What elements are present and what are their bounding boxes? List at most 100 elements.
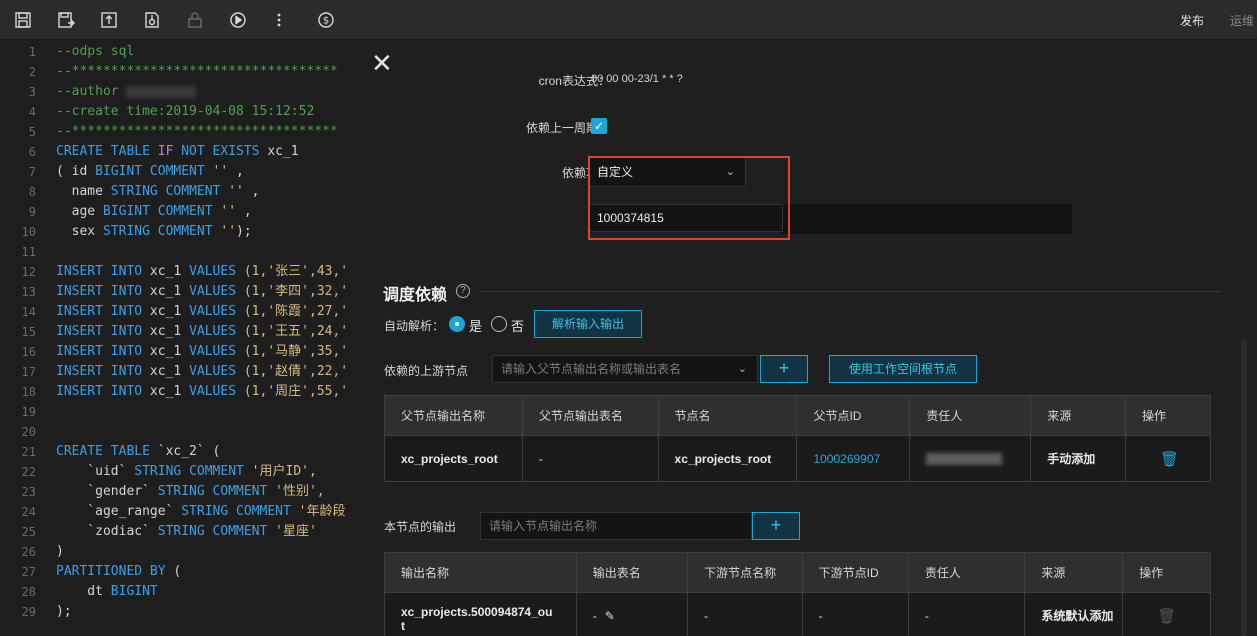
schedule-icon[interactable] xyxy=(141,9,163,31)
line-number: 22 xyxy=(21,465,36,479)
line-number: 3 xyxy=(28,85,36,99)
edit-icon[interactable]: ✎ xyxy=(605,609,615,623)
upstream-node-select[interactable]: 请输入父节点输出名称或输出表名 ⌄ xyxy=(492,355,758,383)
submit-icon[interactable] xyxy=(98,9,120,31)
close-icon[interactable]: ✕ xyxy=(371,50,393,76)
code-text: xc_1 xyxy=(142,324,190,339)
highlight-box xyxy=(588,156,790,240)
publish-link[interactable]: 发布 xyxy=(1180,12,1204,29)
code-string: (1,'陈霞',27,' xyxy=(236,304,349,319)
code-string: '' xyxy=(212,224,237,239)
table-row: xc_projects_root - xc_projects_root 1000… xyxy=(384,435,1211,482)
upstream-placeholder: 请输入父节点输出名称或输出表名 xyxy=(501,362,682,376)
code-keyword: PARTITIONED BY xyxy=(56,564,166,579)
column-header: 输出表名 xyxy=(575,552,689,593)
line-number: 23 xyxy=(21,485,36,499)
code-text: `zodiac` xyxy=(56,524,158,539)
code-text: xc_1 xyxy=(142,384,190,399)
trash-icon[interactable]: 🗑 xyxy=(1160,451,1179,468)
line-number: 6 xyxy=(28,145,36,159)
code-keyword: VALUES xyxy=(189,324,237,339)
code-string: '性别', xyxy=(267,484,325,499)
code-text: name xyxy=(56,184,111,199)
line-number: 11 xyxy=(21,245,36,259)
code-keyword: STRING COMMENT xyxy=(157,524,268,539)
add-upstream-button[interactable]: + xyxy=(760,355,808,383)
code-text: age xyxy=(56,204,103,219)
code-keyword: VALUES xyxy=(189,344,237,359)
code-keyword: VALUES xyxy=(189,264,237,279)
auto-parse-no-radio[interactable] xyxy=(491,316,507,332)
save-as-icon[interactable] xyxy=(55,9,77,31)
column-header: 责任人 xyxy=(909,395,1032,436)
code-keyword: INSERT INTO xyxy=(56,324,143,339)
line-number: 5 xyxy=(28,125,36,139)
column-header: 输出名称 xyxy=(384,552,577,593)
table-cell: xc_projects_root xyxy=(384,435,523,482)
column-header: 操作 xyxy=(1122,552,1211,593)
parent-id-link[interactable]: 1000269907 xyxy=(796,435,911,482)
code-string: '用户ID', xyxy=(243,464,317,479)
cost-icon[interactable]: $ xyxy=(315,9,337,31)
table-cell: - xyxy=(687,592,803,636)
add-output-button[interactable]: + xyxy=(752,512,800,540)
code-text: `age_range` xyxy=(56,504,182,519)
code-text: ) xyxy=(56,544,64,559)
cron-label: cron表达式： xyxy=(538,74,610,88)
ops-link[interactable]: 运维 xyxy=(1230,12,1254,29)
depend-prev-cycle-label: 依赖上一周期： xyxy=(525,121,610,135)
node-output-input[interactable]: 请输入节点输出名称 xyxy=(480,512,752,540)
parse-io-button[interactable]: 解析输入输出 xyxy=(534,310,642,338)
use-root-node-button[interactable]: 使用工作空间根节点 xyxy=(829,355,977,383)
scrollbar[interactable] xyxy=(1241,340,1247,636)
line-number: 13 xyxy=(21,285,36,299)
column-header: 操作 xyxy=(1125,395,1211,436)
line-number: 19 xyxy=(21,405,36,419)
code-keyword: STRING COMMENT xyxy=(110,184,221,199)
schedule-dependency-title: 调度依赖 xyxy=(383,287,448,304)
code-keyword: BIGINT xyxy=(110,584,158,599)
save-icon[interactable] xyxy=(12,9,34,31)
auto-parse-yes-label: 是 xyxy=(469,319,483,334)
code-text: ); xyxy=(236,224,252,239)
line-number: 21 xyxy=(21,445,36,459)
code-string: (1,'马静',35,' xyxy=(236,344,349,359)
run-icon[interactable] xyxy=(227,9,249,31)
code-text: --create time:2019-04-08 15:12:52 xyxy=(56,104,315,119)
output-placeholder: 请输入节点输出名称 xyxy=(489,519,598,533)
more-icon[interactable] xyxy=(268,9,290,31)
column-header: 责任人 xyxy=(907,552,1026,593)
auto-parse-label: 自动解析： xyxy=(384,319,445,333)
line-number: 2 xyxy=(28,65,36,79)
line-number: 24 xyxy=(21,505,36,519)
code-text: ( id xyxy=(56,164,96,179)
code-keyword: STRING COMMENT xyxy=(134,464,244,479)
line-number: 17 xyxy=(21,365,36,379)
code-string: (1,'张三',43,' xyxy=(236,264,349,279)
code-text: , xyxy=(243,184,260,199)
code-keyword: INSERT INTO xyxy=(56,384,143,399)
code-string: (1,'赵倩',22,' xyxy=(236,364,349,379)
table-cell: 手动添加 xyxy=(1030,435,1127,482)
depend-prev-cycle-checkbox[interactable]: ✓ xyxy=(591,118,607,134)
code-keyword: INSERT INTO xyxy=(56,304,143,319)
code-text: --author xyxy=(56,84,119,99)
code-text: , xyxy=(236,204,252,219)
code-keyword: VALUES xyxy=(189,364,237,379)
code-text: `xc_2` ( xyxy=(149,444,221,459)
code-editor[interactable]: 1 --odps sql 2 --*************************… xyxy=(0,40,360,636)
table-cell: 🗑 xyxy=(1122,592,1211,636)
code-text: xc_1 xyxy=(142,364,190,379)
line-number: 1 xyxy=(28,45,36,59)
auto-parse-yes-radio[interactable] xyxy=(449,316,465,332)
column-header: 来源 xyxy=(1024,552,1124,593)
depend-input-extension xyxy=(780,204,1072,234)
code-text: xc_1 xyxy=(259,144,299,159)
table-cell: - xyxy=(521,435,659,482)
code-string: (1,'周庄',55,' xyxy=(236,384,349,399)
line-number: 20 xyxy=(21,425,36,439)
svg-text:$: $ xyxy=(323,16,329,27)
code-text: xc_1 xyxy=(142,284,190,299)
line-number: 8 xyxy=(28,185,36,199)
help-icon[interactable]: ? xyxy=(456,284,470,298)
